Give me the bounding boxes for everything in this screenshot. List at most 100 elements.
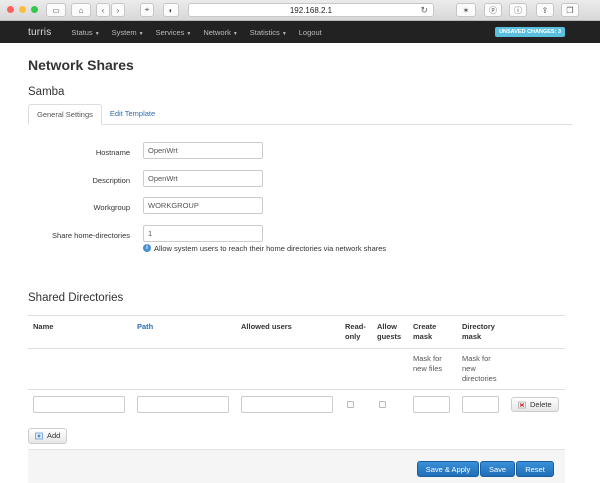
delete-button[interactable]: Delete — [511, 397, 559, 413]
close-window-icon[interactable] — [7, 6, 14, 13]
sidebar-toggle-icon[interactable]: ▭ — [46, 3, 66, 17]
chevron-down-icon: ▼ — [94, 30, 100, 37]
workgroup-input[interactable]: WORKGROUP — [143, 197, 263, 214]
nav-status-label: Status — [71, 27, 93, 37]
col-directory-mask-line1: Directory — [462, 322, 495, 331]
tab-general-settings[interactable]: General Settings — [28, 104, 102, 125]
col-directory-mask: Directory mask — [457, 315, 506, 349]
share-icon[interactable]: ⇪ — [536, 3, 554, 17]
col-create-mask: Create mask — [408, 315, 457, 349]
hostname-input[interactable]: OpenWrt — [143, 142, 263, 159]
directory-mask-desc-line3: directories — [462, 374, 497, 383]
table-header: Name Path Allowed users Read-only Allow g… — [28, 315, 565, 349]
chevron-down-icon: ▼ — [232, 30, 238, 37]
tabs-icon[interactable]: ❐ — [561, 3, 579, 17]
homedirs-help: i Allow system users to reach their home… — [143, 244, 386, 253]
nav-logout[interactable]: Logout — [299, 28, 322, 37]
homedirs-help-text: Allow system users to reach their home d… — [154, 243, 387, 253]
create-mask-desc-line2: new files — [413, 364, 443, 373]
share-users-input[interactable] — [241, 396, 333, 414]
col-create-mask-line2: mask — [413, 332, 433, 341]
description-input[interactable]: OpenWrt — [143, 169, 263, 187]
nav-system[interactable]: System ▼ — [112, 28, 144, 37]
add-row: Add — [28, 427, 572, 444]
add-label: Add — [47, 431, 61, 440]
maximize-window-icon[interactable] — [31, 6, 38, 13]
reset-button[interactable]: Reset — [516, 461, 554, 477]
description-row: Description OpenWrt — [28, 169, 572, 198]
privacy-icon[interactable]: ◐ — [163, 3, 179, 17]
directory-mask-input[interactable] — [462, 396, 499, 414]
nav-system-label: System — [111, 27, 137, 37]
col-read-only-line1: Read- — [345, 322, 366, 331]
allow-guests-checkbox[interactable] — [379, 401, 386, 409]
info-icon: i — [143, 244, 151, 252]
url-text: 192.168.2.1 — [289, 5, 333, 15]
nav-network[interactable]: Network ▼ — [203, 28, 237, 37]
homedirs-label: Share home-directories — [52, 230, 130, 240]
nav-services[interactable]: Services ▼ — [156, 28, 192, 37]
info-icon[interactable]: ⓘ — [509, 3, 527, 17]
nav-status[interactable]: Status ▼ — [71, 28, 99, 37]
col-path[interactable]: Path — [132, 315, 236, 349]
hostname-label: Hostname — [95, 148, 130, 157]
form-footer: Save & Apply Save Reset — [28, 449, 565, 483]
nav-statistics-label: Statistics — [249, 27, 280, 37]
delete-label: Delete — [530, 399, 552, 409]
col-create-mask-line1: Create — [413, 322, 437, 331]
nav-statistics[interactable]: Statistics ▼ — [250, 28, 287, 37]
delete-icon — [518, 401, 526, 409]
lock-icon[interactable]: ⌖ — [140, 3, 154, 17]
window-controls[interactable] — [7, 6, 38, 13]
col-allow-guests-line2: guests — [377, 332, 402, 341]
hostname-row: Hostname OpenWrt — [28, 142, 572, 170]
brand-logo[interactable]: turris — [28, 27, 51, 38]
col-actions — [506, 315, 565, 349]
col-allowed-users: Allowed users — [236, 315, 340, 349]
main-content: Network Shares Samba General Settings Ed… — [0, 57, 600, 444]
share-path-input[interactable] — [137, 396, 229, 414]
col-directory-mask-line2: mask — [462, 332, 482, 341]
nav-network-label: Network — [203, 27, 231, 37]
directory-mask-desc-line2: new — [462, 364, 476, 373]
col-read-only-line2: only — [345, 332, 361, 341]
col-allow-guests: Allow guests — [372, 315, 408, 349]
browser-toolbar: ▭ ⌂ ‹ › ⌖ ◐ 192.168.2.1 ↻ ✶ ⓟ ⓘ ⇪ ❐ — [0, 0, 600, 21]
shared-directories-title: Shared Directories — [28, 292, 124, 304]
col-name: Name — [28, 315, 132, 349]
directory-mask-desc-line1: Mask for — [462, 354, 491, 363]
top-navbar: turris Status ▼ System ▼ Services ▼ Network… — [0, 21, 600, 43]
col-allow-guests-line1: Allow — [377, 322, 397, 331]
directory-mask-desc: Mask for new directories — [457, 348, 506, 390]
homedirs-input[interactable]: 1 — [143, 224, 263, 242]
home-icon[interactable]: ⌂ — [71, 3, 91, 17]
workgroup-label: Workgroup — [93, 203, 130, 212]
col-read-only: Read-only — [340, 315, 372, 349]
unsaved-changes-badge[interactable]: UNSAVED CHANGES: 3 — [495, 27, 565, 37]
back-icon[interactable]: ‹ — [96, 3, 110, 17]
nav-services-label: Services — [155, 27, 185, 37]
add-button[interactable]: Add — [28, 427, 68, 444]
description-label: Description — [92, 175, 130, 185]
pinterest-icon[interactable]: ⓟ — [484, 3, 502, 17]
save-button[interactable]: Save — [480, 461, 515, 477]
reload-icon[interactable]: ↻ — [420, 5, 428, 16]
shared-directories-table: Name Path Allowed users Read-only Allow g… — [28, 315, 565, 420]
add-icon — [35, 432, 43, 439]
read-only-checkbox[interactable] — [347, 401, 354, 409]
extension-icon[interactable]: ✶ — [456, 3, 476, 17]
create-mask-input[interactable] — [413, 396, 450, 414]
section-title: Samba — [28, 86, 65, 98]
chevron-down-icon: ▼ — [138, 30, 144, 37]
minimize-window-icon[interactable] — [19, 6, 26, 13]
page-title: Network Shares — [28, 57, 134, 73]
address-bar[interactable]: 192.168.2.1 ↻ — [188, 3, 434, 17]
chevron-down-icon: ▼ — [281, 30, 287, 37]
create-mask-desc: Mask for new files — [408, 348, 457, 390]
tab-edit-template[interactable]: Edit Template — [102, 104, 163, 125]
tab-bar: General Settings Edit Template — [28, 104, 572, 125]
table-row: Delete — [28, 390, 565, 420]
share-name-input[interactable] — [33, 396, 125, 414]
forward-icon[interactable]: › — [111, 3, 125, 17]
save-apply-button[interactable]: Save & Apply — [417, 461, 479, 477]
